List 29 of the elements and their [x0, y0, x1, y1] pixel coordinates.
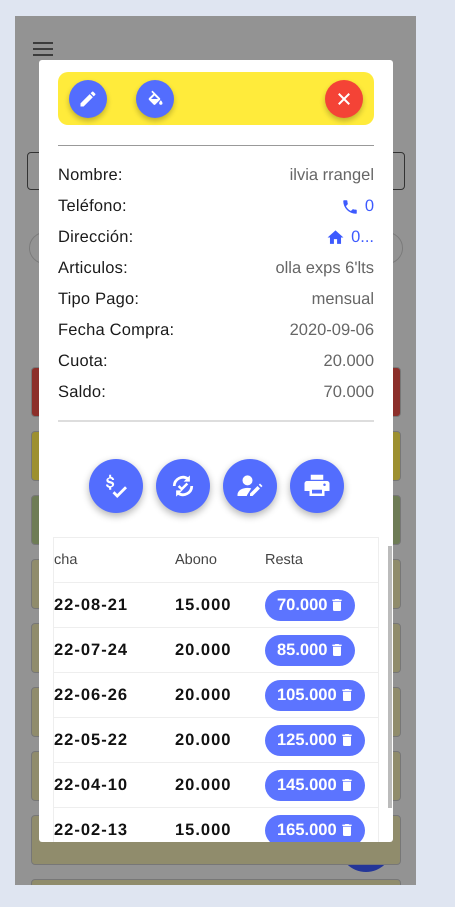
detail-value: 20.000	[324, 352, 374, 371]
column-header: Resta	[265, 552, 304, 568]
detail-label: Cuota:	[58, 352, 108, 371]
detail-value: olla exps 6'lts	[275, 259, 374, 278]
detail-value: mensual	[312, 290, 374, 309]
table-cell-text: 22-05-22	[54, 730, 130, 750]
table-cell-text: 22-07-24	[54, 640, 130, 660]
table-cell-text: 22-04-10	[54, 776, 130, 794]
detail-value: ilvia rrangel	[290, 166, 374, 185]
table-cell-text: 20.000	[175, 730, 232, 750]
detail-label: Nombre:	[58, 166, 123, 185]
table-cell-text: 20.000	[175, 640, 232, 660]
detail-label: Fecha Compra:	[58, 321, 174, 340]
detail-label: Teléfono:	[58, 197, 127, 216]
detail-value: 70.000	[324, 383, 374, 402]
table-cell-text: 22-02-13	[54, 820, 130, 840]
column-header: cha	[54, 552, 78, 568]
table-cell-text: 22-06-26	[54, 686, 130, 704]
detail-value: 2020-09-06	[290, 321, 374, 340]
table-cell-text: 15.000	[175, 820, 232, 840]
detail-label: Articulos:	[58, 259, 128, 278]
table-cell-text: 20.000	[175, 686, 232, 704]
column-header: Abono	[175, 552, 218, 568]
detail-label: Dirección:	[58, 228, 134, 247]
table-cell-text: 20.000	[175, 776, 232, 794]
table-cell-text: 15.000	[175, 596, 232, 614]
table-cell-text: 22-08-21	[54, 596, 130, 614]
detail-label: Saldo:	[58, 383, 106, 402]
detail-label: Tipo Pago:	[58, 290, 140, 309]
